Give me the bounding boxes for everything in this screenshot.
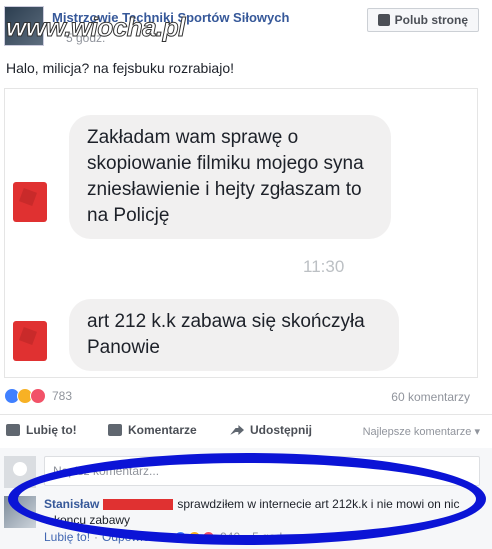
separator-dot: ·	[166, 530, 171, 544]
share-button[interactable]: Udostępnij	[230, 423, 312, 437]
commenter-avatar[interactable]	[4, 496, 36, 528]
comment-author[interactable]: Stanisław	[44, 497, 99, 511]
chat-timestamp: 11:30	[303, 257, 345, 276]
share-label: Udostępnij	[250, 423, 312, 437]
comment-reply-link[interactable]: Odpowiedz	[102, 530, 162, 544]
action-bar: Lubię to! Komentarze Udostępnij Najlepsz…	[0, 417, 492, 445]
love-reaction-icon	[30, 388, 46, 404]
chat-bubble-2: art 212 k.k zabawa się skończyła Panowie	[69, 299, 399, 371]
comment-input[interactable]: Napisz komentarz...	[44, 456, 480, 486]
comments-section: Napisz komentarz... Stanisław sprawdziłem…	[0, 448, 492, 549]
sender-avatar-2	[13, 321, 47, 361]
current-user-avatar	[4, 456, 36, 488]
haha-reaction-icon	[188, 530, 202, 544]
reaction-summary[interactable]: 783	[4, 388, 72, 404]
comment-meta: Lubię to! · Odpowiedz · 940 · 5 godz.	[44, 530, 292, 544]
thumbs-up-icon	[377, 14, 390, 26]
share-arrow-icon	[230, 425, 244, 435]
sender-avatar-1	[13, 182, 47, 222]
chat-bubble-1: Zakładam wam sprawę o skopiowanie filmik…	[69, 115, 391, 239]
comment-time[interactable]: 5 godz.	[252, 530, 291, 544]
comment-label: Komentarze	[128, 423, 197, 437]
comment-button[interactable]: Komentarze	[108, 423, 197, 437]
post-header: Mistrzowie Techniki Sportów Siłowych 5 g…	[0, 0, 492, 52]
thumbs-up-icon	[6, 424, 20, 436]
like-label: Lubię to!	[26, 423, 77, 437]
like-reaction-icon	[174, 530, 188, 544]
comment-body: Stanisław sprawdziłem w internecie art 21…	[44, 496, 464, 528]
redaction-bar	[103, 499, 174, 511]
comment-sort-dropdown[interactable]: Najlepsze komentarze ▾	[363, 425, 480, 438]
post-text: Halo, milicja? na fejsbuku rozrabiajo!	[6, 60, 234, 76]
like-page-label: Polub stronę	[394, 13, 468, 27]
reaction-count: 783	[52, 389, 73, 403]
comment-like-link[interactable]: Lubię to!	[44, 530, 90, 544]
comment-reaction-count[interactable]: 940	[220, 530, 240, 544]
like-page-button[interactable]: Polub stronę	[366, 8, 479, 32]
watermark-text: www.wiocha.pl	[6, 12, 186, 43]
post-image[interactable]: Zakładam wam sprawę o skopiowanie filmik…	[4, 88, 478, 378]
separator-dot: ·	[244, 530, 249, 544]
love-reaction-icon	[202, 530, 216, 544]
comment-count-link[interactable]: 60 komentarzy	[391, 390, 470, 404]
separator-dot: ·	[94, 530, 99, 544]
like-button[interactable]: Lubię to!	[6, 423, 77, 437]
comment-icon	[108, 424, 122, 436]
divider	[0, 414, 492, 415]
